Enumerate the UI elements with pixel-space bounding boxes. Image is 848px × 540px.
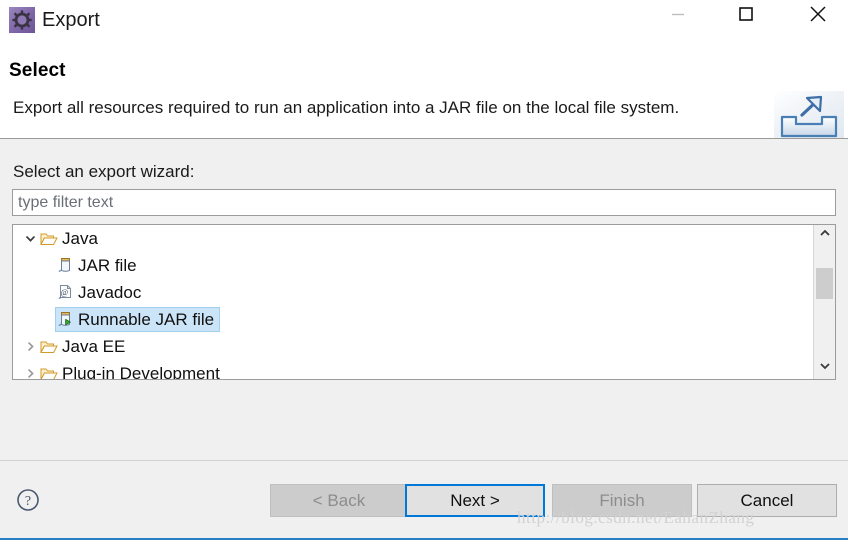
help-question-icon[interactable]: ? bbox=[16, 488, 40, 512]
jar-file-icon bbox=[55, 252, 75, 279]
tree-row[interactable]: @ Javadoc bbox=[13, 279, 813, 306]
scroll-down-button[interactable] bbox=[814, 358, 835, 379]
folder-open-icon bbox=[39, 225, 59, 252]
minimize-button[interactable] bbox=[655, 0, 701, 32]
tree-row-list: Java JAR file @ Javadoc Runnable JAR file Jav… bbox=[13, 225, 813, 379]
scrollbar-thumb[interactable] bbox=[816, 268, 833, 299]
chevron-down-icon bbox=[818, 359, 832, 378]
tree-row-label: Plug-in Development bbox=[62, 364, 220, 379]
tree-row[interactable]: JAR file bbox=[13, 252, 813, 279]
tree-row-label: Runnable JAR file bbox=[78, 310, 215, 329]
tree-row-label: JAR file bbox=[78, 256, 137, 275]
page-title: Select bbox=[9, 60, 66, 81]
maximize-icon bbox=[737, 5, 755, 28]
page-description: Export all resources required to run an … bbox=[13, 98, 680, 117]
back-button-label: < Back bbox=[312, 490, 366, 510]
chevron-right-icon[interactable] bbox=[21, 333, 39, 360]
tree-row[interactable]: Java bbox=[13, 225, 813, 252]
wizard-body: Select an export wizard: JavaJAR file@Ja… bbox=[0, 140, 848, 460]
tree-row-label: Java EE bbox=[62, 337, 126, 356]
tree-row[interactable]: Java EE bbox=[13, 333, 813, 360]
folder-open-icon bbox=[39, 333, 59, 360]
chevron-down-icon[interactable] bbox=[21, 225, 39, 252]
export-tray-arrow-icon bbox=[774, 91, 844, 138]
back-button[interactable]: < Back bbox=[270, 484, 408, 517]
close-button[interactable] bbox=[795, 0, 841, 32]
watermark-text: http://blog.csdn.net/EahanZhang bbox=[517, 508, 755, 527]
tree-row[interactable]: Runnable JAR file bbox=[13, 306, 813, 333]
tree-row[interactable]: Plug-in Development bbox=[13, 360, 813, 379]
tree-row-label: Javadoc bbox=[78, 283, 142, 302]
svg-text:@: @ bbox=[60, 288, 67, 297]
javadoc-icon: @ bbox=[55, 279, 75, 306]
close-icon bbox=[807, 3, 829, 30]
export-wizard-dialog: Export Select Export all resources requi… bbox=[0, 0, 848, 540]
eclipse-gear-icon bbox=[9, 7, 35, 33]
scroll-up-button[interactable] bbox=[814, 225, 835, 246]
folder-open-icon bbox=[39, 360, 59, 379]
tree-row-label: Java bbox=[62, 229, 98, 248]
tree-vertical-scrollbar[interactable] bbox=[813, 225, 835, 379]
window-title: Export bbox=[42, 9, 100, 31]
next-button-label: Next > bbox=[450, 490, 500, 510]
maximize-button[interactable] bbox=[723, 0, 769, 32]
title-bar: Export bbox=[0, 0, 848, 43]
select-wizard-label: Select an export wizard: bbox=[13, 162, 195, 181]
wizard-header: Select Export all resources required to … bbox=[0, 43, 848, 139]
svg-text:?: ? bbox=[25, 494, 31, 509]
filter-text-input[interactable] bbox=[12, 189, 836, 216]
export-wizard-tree[interactable]: Java JAR file @ Javadoc Runnable JAR file Jav… bbox=[12, 224, 836, 380]
minimize-icon bbox=[670, 6, 686, 27]
runnable-jar-icon bbox=[55, 306, 75, 333]
chevron-up-icon bbox=[818, 226, 832, 245]
chevron-right-icon[interactable] bbox=[21, 360, 39, 379]
